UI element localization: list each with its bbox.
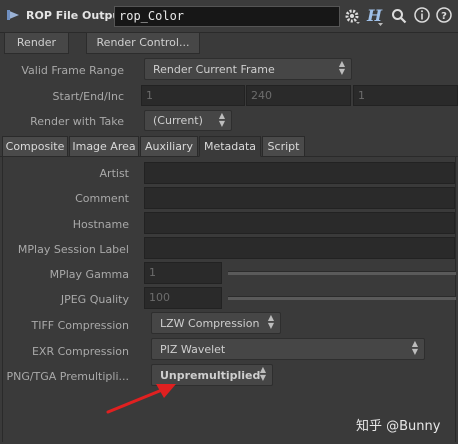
artist-label: Artist (99, 167, 129, 180)
valid-frame-range-menu[interactable]: Render Current Frame ▲ ▼ (144, 58, 352, 80)
info-icon[interactable] (414, 7, 430, 23)
exr-compression-value: PIZ Wavelet (160, 343, 226, 356)
search-icon[interactable] (391, 8, 407, 24)
node-name-value: rop_Color (119, 9, 185, 23)
hostname-field[interactable] (144, 212, 455, 234)
annotation-arrow-icon (106, 384, 176, 414)
exr-compression-label: EXR Compression (31, 345, 129, 358)
end-field[interactable]: 240 (246, 85, 351, 106)
jpeg-quality-field[interactable]: 100 (144, 287, 222, 309)
updown-arrows-icon: ▲ ▼ (218, 111, 225, 128)
render-with-take-value: (Current) (153, 114, 203, 127)
inc-field[interactable]: 1 (353, 85, 458, 106)
hostname-label: Hostname (72, 218, 129, 231)
svg-text:?: ? (441, 11, 447, 22)
mplay-session-label-field[interactable] (144, 237, 455, 259)
help-hip-icon[interactable]: H (366, 6, 384, 26)
node-type-label: ROP File Output (26, 9, 126, 22)
tab-metadata[interactable]: Metadata (199, 136, 261, 157)
mplay-gamma-field[interactable]: 1 (144, 262, 222, 284)
jpeg-quality-slider[interactable] (228, 296, 456, 300)
tab-image-area[interactable]: Image Area (69, 136, 139, 157)
updown-arrows-icon: ▲ ▼ (411, 339, 418, 356)
render-with-take-menu[interactable]: (Current) ▲ ▼ (144, 110, 232, 131)
comment-field[interactable] (144, 187, 455, 209)
valid-frame-range-label: Valid Frame Range (21, 64, 124, 77)
start-field[interactable]: 1 (141, 85, 245, 106)
tab-auxiliary[interactable]: Auxiliary (140, 136, 198, 157)
node-name-field[interactable]: rop_Color (114, 6, 340, 27)
tab-composite[interactable]: Composite (2, 136, 68, 157)
gear-icon[interactable] (344, 8, 360, 24)
help-icon[interactable]: ? (436, 7, 452, 23)
watermark-text: 知乎 @Bunny (356, 419, 441, 434)
render-with-take-label: Render with Take (30, 115, 124, 128)
tab-script[interactable]: Script (262, 136, 305, 157)
tiff-compression-value: LZW Compression (160, 317, 260, 330)
start-end-inc-label: Start/End/Inc (52, 90, 124, 103)
valid-frame-range-value: Render Current Frame (153, 63, 275, 76)
artist-field[interactable] (144, 162, 455, 184)
rop-node-icon (6, 8, 20, 22)
mplay-gamma-slider[interactable] (228, 271, 456, 275)
tiff-compression-label: TIFF Compression (31, 319, 130, 332)
svg-text:H: H (366, 6, 383, 25)
mplay-gamma-label: MPlay Gamma (49, 268, 129, 281)
tiff-compression-menu[interactable]: LZW Compression ▲ ▼ (151, 312, 281, 334)
updown-arrows-icon: ▲ ▼ (338, 59, 345, 76)
updown-arrows-icon: ▲ ▼ (259, 365, 266, 382)
updown-arrows-icon: ▲ ▼ (267, 313, 274, 330)
comment-label: Comment (75, 192, 129, 205)
exr-compression-menu[interactable]: PIZ Wavelet ▲ ▼ (151, 338, 425, 360)
jpeg-quality-label: JPEG Quality (60, 293, 129, 306)
mplay-session-label-label: MPlay Session Label (17, 243, 129, 256)
render-control-button[interactable]: Render Control... (86, 32, 200, 54)
render-button[interactable]: Render (4, 32, 69, 54)
